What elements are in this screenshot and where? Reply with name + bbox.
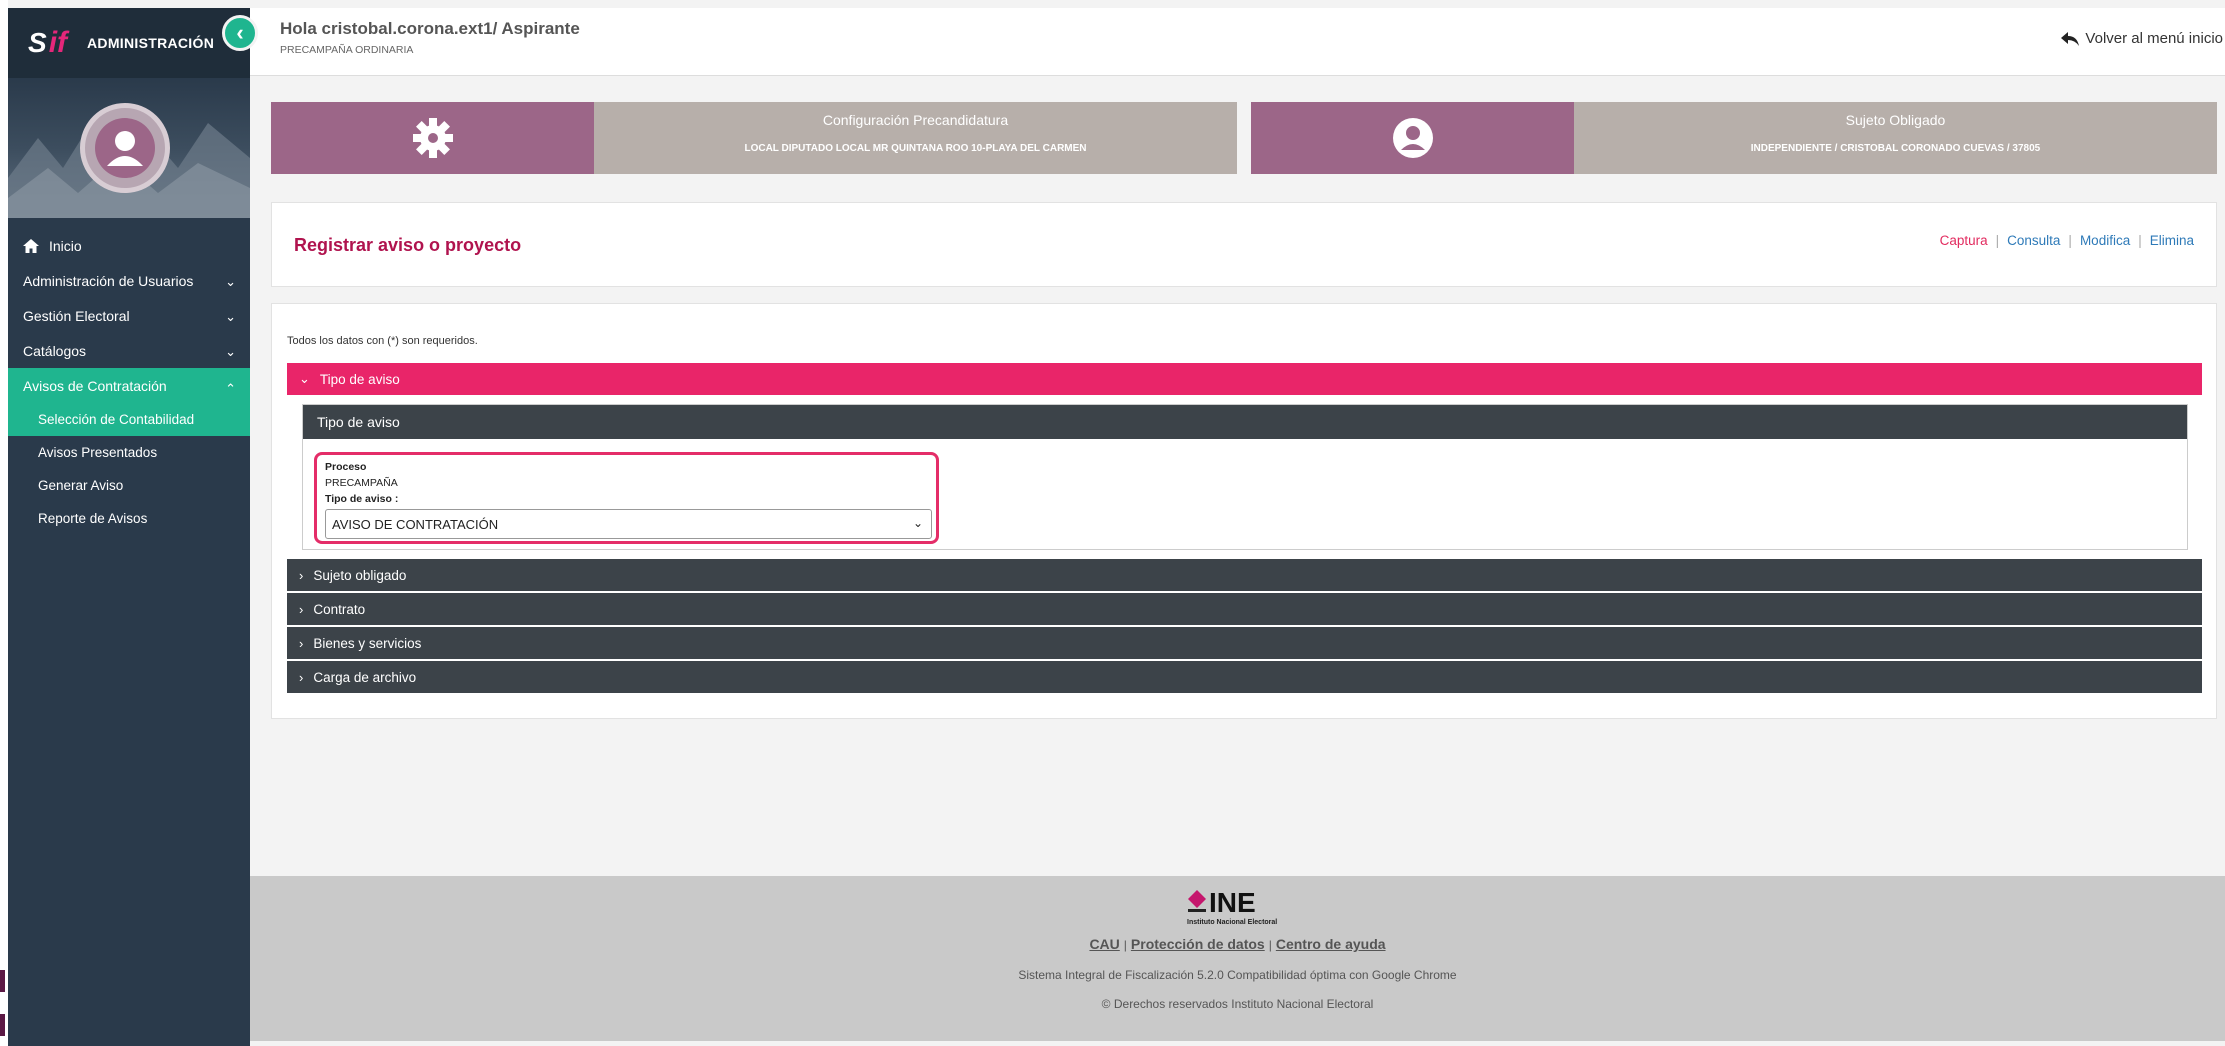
footer-links: CAU | Protección de datos | Centro de ayuda — [1089, 936, 1386, 952]
sidebar-item-catalogos[interactable]: Catálogos ⌄ — [8, 333, 250, 368]
sujeto-card: Sujeto Obligado INDEPENDIENTE / CRISTOBA… — [1251, 102, 2217, 174]
tipo-aviso-select[interactable]: AVISO DE CONTRATACIÓN ⌄ — [325, 509, 932, 539]
captura-link[interactable]: Captura — [1940, 233, 1988, 248]
elimina-link[interactable]: Elimina — [2150, 233, 2194, 248]
tipo-aviso-body: Tipo de aviso Proceso PRECAMPAÑA Tipo de… — [302, 404, 2188, 550]
brand-title: ADMINISTRACIÓN — [87, 35, 215, 51]
chevron-down-icon: ⌄ — [225, 274, 236, 289]
profile-banner — [8, 78, 250, 218]
config-card-detail: LOCAL DIPUTADO LOCAL MR QUINTANA ROO 10-… — [744, 143, 1087, 154]
submenu-item-reporte[interactable]: Reporte de Avisos — [8, 502, 250, 535]
chevron-down-icon: ⌄ — [299, 371, 310, 386]
select-value: AVISO DE CONTRATACIÓN — [332, 516, 499, 532]
accordion-label: Carga de archivo — [313, 669, 417, 685]
sidebar-brand: Sif ADMINISTRACIÓN — [8, 8, 250, 78]
proceso-label: Proceso — [325, 461, 367, 473]
action-links: Captura | Consulta | Modifica | Elimina — [1940, 233, 2194, 248]
accordion-tipo-aviso[interactable]: ⌄ Tipo de aviso — [287, 363, 2202, 395]
chevron-down-icon: ⌄ — [225, 344, 236, 359]
tipo-aviso-label: Tipo de aviso : — [325, 493, 399, 505]
back-to-menu-link[interactable]: Volver al menú inicio — [2061, 30, 2223, 47]
submenu-item-generar[interactable]: Generar Aviso — [8, 469, 250, 502]
chevron-right-icon: › — [299, 669, 304, 685]
accordion-label: Bienes y servicios — [313, 635, 422, 651]
user-circle-icon — [1251, 102, 1574, 174]
sif-logo: Sif — [28, 26, 68, 59]
ine-logo: INE Instituto Nacional Electoral — [1187, 888, 1277, 926]
avisos-submenu: Selección de Contabilidad Avisos Present… — [8, 403, 250, 535]
sidebar-item-label: Gestión Electoral — [23, 307, 130, 324]
user-avatar-icon — [80, 103, 170, 193]
proceso-value: PRECAMPAÑA — [325, 477, 398, 489]
top-header: Hola cristobal.corona.ext1/ Aspirante PR… — [250, 8, 2225, 76]
chevron-left-icon: ‹ — [236, 20, 244, 45]
chevron-down-icon: ⌄ — [225, 309, 236, 324]
separator: | — [1995, 233, 2000, 248]
sidebar-item-gestion-electoral[interactable]: Gestión Electoral ⌄ — [8, 298, 250, 333]
chevron-right-icon: › — [299, 635, 304, 651]
sidebar-item-avisos[interactable]: Avisos de Contratación ⌃ — [8, 368, 250, 403]
accordion-carga-archivo[interactable]: › Carga de archivo — [287, 661, 2202, 693]
sidebar-item-label: Inicio — [49, 237, 82, 254]
accordion-label: Tipo de aviso — [319, 371, 400, 387]
accordion-contrato[interactable]: › Contrato — [287, 593, 2202, 625]
left-edge-strip — [0, 0, 8, 1046]
app-root: Sif ADMINISTRACIÓN Inicio Administración… — [0, 0, 2225, 1046]
modifica-link[interactable]: Modifica — [2080, 233, 2130, 248]
accordion-label: Sujeto obligado — [313, 567, 407, 583]
highlighted-fields: Proceso PRECAMPAÑA Tipo de aviso : AVISO… — [314, 452, 939, 544]
gear-icon — [271, 102, 594, 174]
copyright: © Derechos reservados Instituto Nacional… — [1101, 997, 1374, 1011]
accordion-sujeto-obligado[interactable]: › Sujeto obligado — [287, 559, 2202, 591]
required-note: Todos los datos con (*) son requeridos. — [287, 335, 478, 347]
sidebar-collapse-button[interactable]: ‹ — [222, 15, 258, 51]
home-icon — [23, 238, 39, 253]
proteccion-datos-link[interactable]: Protección de datos — [1131, 936, 1265, 952]
back-label: Volver al menú inicio — [2085, 30, 2223, 47]
config-card: Configuración Precandidatura LOCAL DIPUT… — [271, 102, 1237, 174]
process-label: PRECAMPAÑA ORDINARIA — [280, 44, 414, 56]
greeting: Hola cristobal.corona.ext1/ Aspirante — [280, 19, 580, 38]
sidebar-item-label: Administración de Usuarios — [23, 272, 194, 289]
accordion-label: Contrato — [313, 601, 366, 617]
page-title: Registrar aviso o proyecto — [294, 235, 522, 255]
sujeto-card-detail: INDEPENDIENTE / CRISTOBAL CORONADO CUEVA… — [1750, 143, 2041, 154]
sidebar-item-admin-usuarios[interactable]: Administración de Usuarios ⌄ — [8, 263, 250, 298]
separator: | — [2138, 233, 2142, 248]
svg-text:Instituto Nacional Electoral: Instituto Nacional Electoral — [1187, 919, 1277, 926]
config-card-title: Configuración Precandidatura — [822, 112, 1009, 128]
svg-text:INE: INE — [1209, 888, 1256, 918]
title-panel: Registrar aviso o proyecto Captura | Consu… — [271, 202, 2217, 287]
sidebar: Sif ADMINISTRACIÓN Inicio Administración… — [8, 8, 250, 1046]
form-panel: Todos los datos con (*) son requeridos. … — [271, 303, 2217, 719]
separator: | — [2068, 233, 2072, 248]
submenu-item-presentados[interactable]: Avisos Presentados — [8, 436, 250, 469]
sidebar-menu: Inicio Administración de Usuarios ⌄ Gest… — [8, 228, 250, 535]
chevron-right-icon: › — [299, 567, 304, 583]
system-info: Sistema Integral de Fiscalización 5.2.0 … — [1018, 968, 1457, 982]
footer: INE Instituto Nacional Electoral CAU | Pro… — [250, 876, 2225, 1041]
accordion-bienes-servicios[interactable]: › Bienes y servicios — [287, 627, 2202, 659]
sidebar-item-label: Avisos de Contratación — [23, 377, 167, 394]
reply-arrow-icon — [2061, 31, 2080, 46]
chevron-up-icon: ⌃ — [225, 381, 236, 396]
consulta-link[interactable]: Consulta — [2007, 233, 2060, 248]
centro-ayuda-link[interactable]: Centro de ayuda — [1276, 936, 1386, 952]
sidebar-item-inicio[interactable]: Inicio — [8, 228, 250, 263]
cau-link[interactable]: CAU — [1089, 936, 1119, 952]
chevron-down-icon: ⌄ — [912, 516, 923, 530]
submenu-item-seleccion[interactable]: Selección de Contabilidad — [8, 403, 250, 436]
inner-header: Tipo de aviso — [303, 405, 2187, 439]
sidebar-item-label: Catálogos — [23, 342, 87, 359]
sujeto-card-title: Sujeto Obligado — [1845, 112, 1946, 128]
chevron-right-icon: › — [299, 601, 304, 617]
